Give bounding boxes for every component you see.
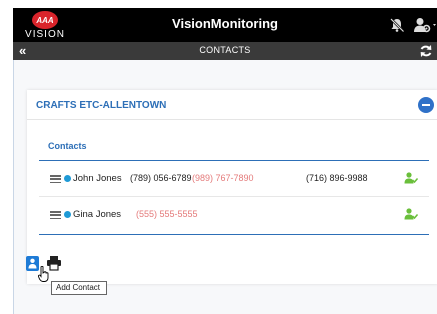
contacts-heading: Contacts — [48, 141, 87, 151]
user-check-icon[interactable] — [404, 208, 418, 220]
app-title: VisionMonitoring — [172, 16, 278, 31]
contact-phone-2: (989) 767-7890 — [192, 173, 254, 183]
user-gear-icon[interactable] — [413, 17, 437, 33]
status-dot-icon — [64, 211, 71, 218]
contact-name[interactable]: Gina Jones — [73, 209, 121, 220]
page-title: CONTACTS — [199, 45, 251, 55]
contact-row: Gina Jones (555) 555-5555 — [39, 197, 429, 233]
account-panel: CRAFTS ETC-ALLENTOWN Contacts John Jones… — [27, 90, 437, 284]
minus-circle-icon[interactable] — [418, 97, 434, 113]
add-contact-tooltip: Add Contact — [51, 281, 107, 295]
contact-row: John Jones (789) 056-6789 (989) 767-7890… — [39, 161, 429, 197]
refresh-icon[interactable] — [419, 44, 433, 58]
contact-name[interactable]: John Jones — [73, 173, 122, 184]
hand-cursor-icon — [38, 266, 49, 282]
add-contact-icon — [28, 258, 37, 269]
header-icons — [389, 8, 437, 42]
divider — [39, 234, 429, 235]
account-name[interactable]: CRAFTS ETC-ALLENTOWN — [36, 100, 166, 111]
contact-phone-3: (716) 896-9988 — [306, 173, 368, 183]
bell-slash-icon[interactable] — [389, 17, 405, 33]
sub-header: « CONTACTS — [13, 42, 437, 60]
account-header: CRAFTS ETC-ALLENTOWN — [27, 90, 437, 120]
hamburger-icon[interactable] — [50, 211, 61, 220]
content-area: CRAFTS ETC-ALLENTOWN Contacts John Jones… — [13, 60, 437, 314]
contact-phone-1: (555) 555-5555 — [136, 209, 198, 219]
app-header: AAA VISION VisionMonitoring — [13, 8, 437, 42]
contact-phone-1: (789) 056-6789 — [130, 173, 192, 183]
hamburger-icon[interactable] — [50, 175, 61, 184]
status-dot-icon — [64, 175, 71, 182]
user-check-icon[interactable] — [404, 172, 418, 184]
